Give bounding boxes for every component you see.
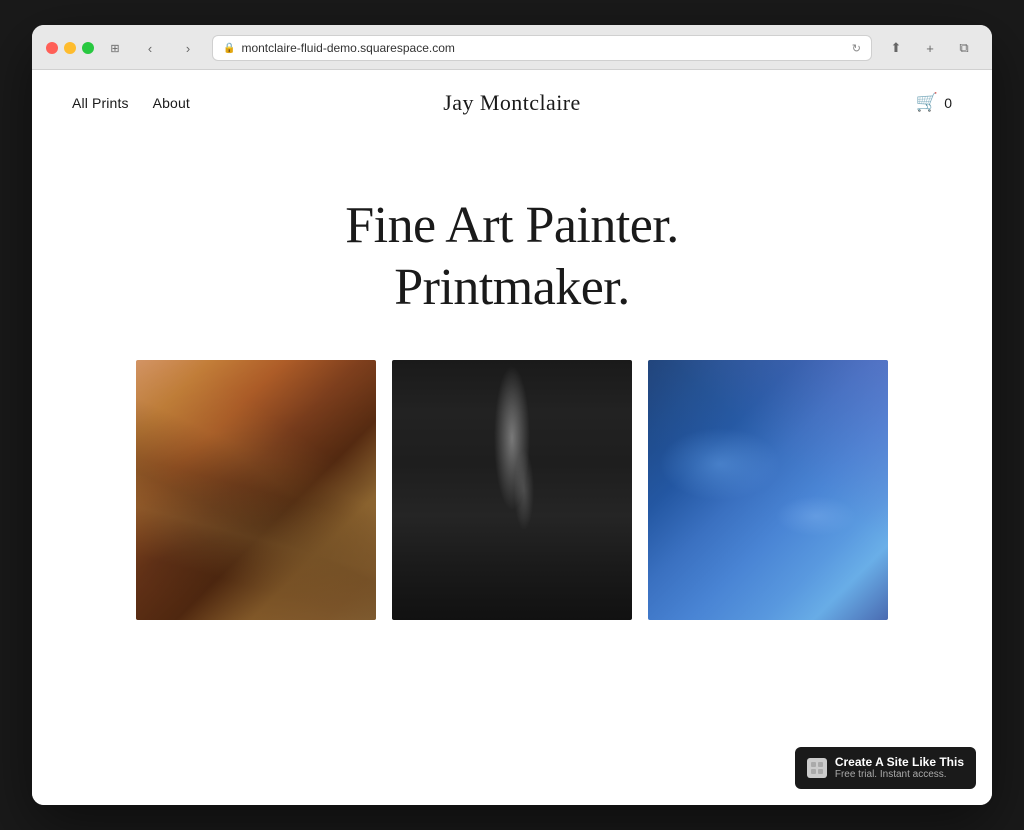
gallery-item-1[interactable] <box>136 360 376 620</box>
gallery-item-3[interactable] <box>648 360 888 620</box>
cart-count: 0 <box>944 95 952 111</box>
refresh-icon[interactable]: ↻ <box>852 42 861 55</box>
gallery-item-2[interactable] <box>392 360 632 620</box>
gallery-section <box>32 360 992 805</box>
browser-chrome: ⊞ ‹ › 🔒 montclaire-fluid-demo.squarespac… <box>32 25 992 70</box>
website-content: All Prints About Jay Montclaire 🛒 0 Fine… <box>32 70 992 805</box>
nav-about[interactable]: About <box>153 95 190 111</box>
maximize-button[interactable] <box>82 42 94 54</box>
site-title[interactable]: Jay Montclaire <box>443 90 581 115</box>
squarespace-logo-icon <box>807 758 827 778</box>
new-tab-button[interactable]: + <box>916 38 944 58</box>
squarespace-badge-text: Create A Site Like This Free trial. Inst… <box>835 755 964 781</box>
duplicate-button[interactable]: ⧉ <box>950 38 978 58</box>
share-button[interactable]: ⬆ <box>882 38 910 58</box>
nav-cart[interactable]: 🛒 0 <box>916 92 952 113</box>
browser-window: ⊞ ‹ › 🔒 montclaire-fluid-demo.squarespac… <box>32 25 992 805</box>
badge-subtitle: Free trial. Instant access. <box>835 769 964 781</box>
minimize-button[interactable] <box>64 42 76 54</box>
nav-all-prints[interactable]: All Prints <box>72 95 129 111</box>
address-bar[interactable]: 🔒 montclaire-fluid-demo.squarespace.com … <box>212 35 872 61</box>
badge-title: Create A Site Like This <box>835 755 964 769</box>
nav-left: All Prints About <box>72 95 190 111</box>
hero-text: Fine Art Painter. Printmaker. <box>345 195 678 320</box>
hero-heading: Fine Art Painter. Printmaker. <box>345 195 678 320</box>
back-button[interactable]: ‹ <box>136 38 164 58</box>
forward-button[interactable]: › <box>174 38 202 58</box>
sidebar-toggle-button[interactable]: ⊞ <box>104 38 126 58</box>
hero-section: Fine Art Painter. Printmaker. <box>32 135 992 360</box>
nav-center: Jay Montclaire <box>443 90 581 116</box>
cart-icon: 🛒 <box>916 92 938 113</box>
url-text: montclaire-fluid-demo.squarespace.com <box>241 41 454 55</box>
close-button[interactable] <box>46 42 58 54</box>
traffic-lights <box>46 42 94 54</box>
squarespace-badge[interactable]: Create A Site Like This Free trial. Inst… <box>795 747 976 789</box>
browser-right-controls: ⬆ + ⧉ <box>882 38 978 58</box>
site-navigation: All Prints About Jay Montclaire 🛒 0 <box>32 70 992 135</box>
lock-icon: 🔒 <box>223 43 235 54</box>
